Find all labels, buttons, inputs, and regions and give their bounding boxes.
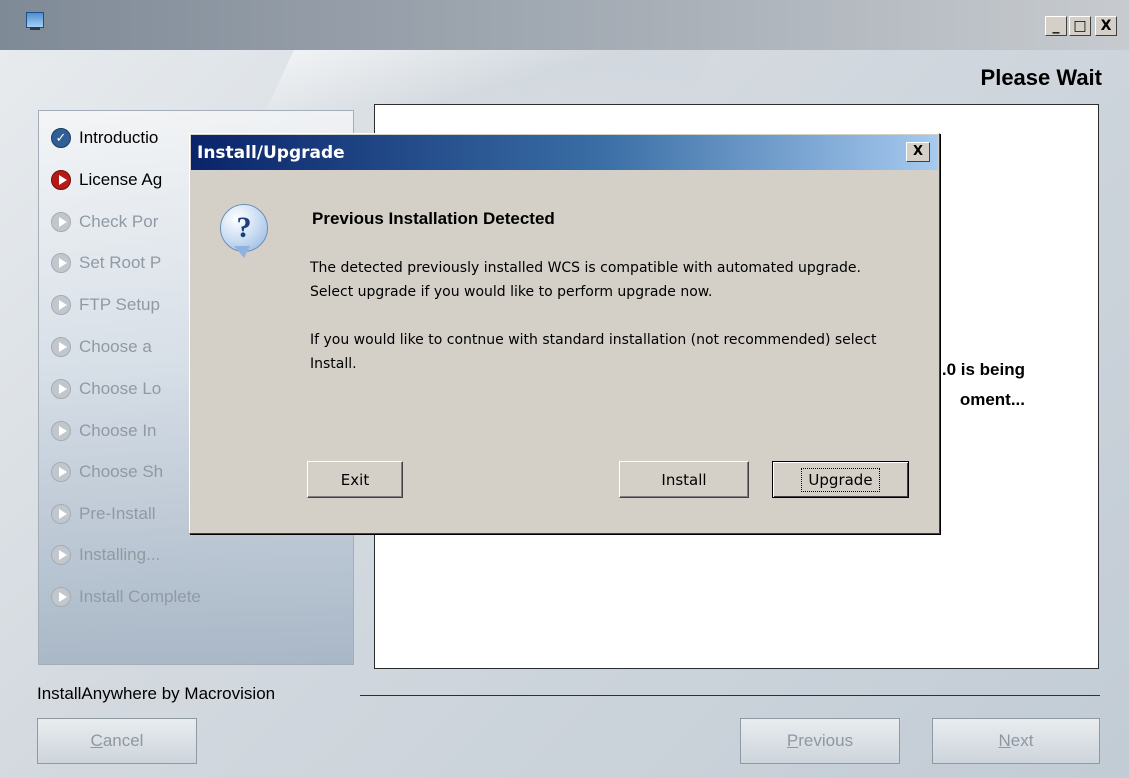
cancel-button[interactable]: Cancel <box>37 718 197 764</box>
step-installing: Installing... <box>51 541 160 569</box>
exit-label: Exit <box>340 470 370 489</box>
step-label: Introductio <box>79 128 159 147</box>
close-button[interactable]: X <box>1095 16 1117 36</box>
previous-button[interactable]: Previous <box>740 718 900 764</box>
app-icon <box>26 12 44 30</box>
step-label: Choose a <box>79 337 152 356</box>
dialog-body: The detected previously installed WCS is… <box>310 256 900 400</box>
title-bar[interactable]: _ □ X <box>0 0 1129 50</box>
footer-divider <box>360 695 1100 696</box>
install-upgrade-dialog: Install/Upgrade X ? Previous Installatio… <box>189 133 940 534</box>
header-decoration <box>266 50 714 110</box>
step-pre-install: Pre-Install <box>51 500 156 528</box>
step-label: Pre-Install <box>79 504 156 523</box>
arrow-icon <box>51 462 71 482</box>
maximize-button[interactable]: □ <box>1069 16 1091 36</box>
question-icon: ? <box>220 204 268 252</box>
step-label: Installing... <box>79 545 161 564</box>
arrow-icon <box>51 253 71 273</box>
step-label: FTP Setup <box>79 295 160 314</box>
exit-button[interactable]: Exit <box>307 461 403 498</box>
step-check-ports: Check Por <box>51 208 158 236</box>
arrow-icon <box>51 379 71 399</box>
dialog-title-bar[interactable]: Install/Upgrade X <box>191 135 938 170</box>
caption-buttons: _ □ X <box>1045 16 1117 36</box>
step-set-root: Set Root P <box>51 249 161 277</box>
step-label: Choose Lo <box>79 379 162 398</box>
arrow-icon <box>51 587 71 607</box>
step-ftp-setup: FTP Setup <box>51 291 160 319</box>
arrow-icon <box>51 212 71 232</box>
cancel-label: Cancel <box>90 731 144 750</box>
dialog-close-button[interactable]: X <box>906 142 930 162</box>
step-introduction: ✓ Introductio <box>51 124 158 152</box>
step-label: Choose In <box>79 421 157 440</box>
step-install-complete: Install Complete <box>51 583 201 611</box>
arrow-icon <box>51 295 71 315</box>
check-icon: ✓ <box>51 128 71 148</box>
arrow-icon <box>51 170 71 190</box>
upgrade-button[interactable]: Upgrade <box>772 461 909 498</box>
dialog-paragraph-install: If you would like to contnue with standa… <box>310 332 877 372</box>
dialog-heading: Previous Installation Detected <box>312 209 555 228</box>
step-choose-in: Choose In <box>51 417 157 445</box>
step-label: Choose Sh <box>79 462 164 481</box>
arrow-icon <box>51 337 71 357</box>
installer-window: _ □ X Please Wait ✓ Introductio License … <box>0 0 1129 778</box>
dialog-paragraph-upgrade: The detected previously installed WCS is… <box>310 260 861 300</box>
dialog-title: Install/Upgrade <box>197 143 345 163</box>
step-label: License Ag <box>79 170 163 189</box>
install-button[interactable]: Install <box>619 461 749 498</box>
upgrade-label: Upgrade <box>801 467 880 492</box>
install-label: Install <box>661 470 707 489</box>
page-title: Please Wait <box>980 65 1102 90</box>
step-license: License Ag <box>51 166 162 194</box>
brand-label: InstallAnywhere by Macrovision <box>37 684 276 703</box>
question-icon-tail <box>234 246 250 258</box>
next-label: Next <box>998 731 1034 750</box>
step-choose-a: Choose a <box>51 333 152 361</box>
arrow-icon <box>51 545 71 565</box>
next-button[interactable]: Next <box>932 718 1100 764</box>
arrow-icon <box>51 504 71 524</box>
step-label: Install Complete <box>79 587 201 606</box>
step-choose-lo: Choose Lo <box>51 375 161 403</box>
minimize-button[interactable]: _ <box>1045 16 1067 36</box>
step-choose-sh: Choose Sh <box>51 458 163 486</box>
previous-label: Previous <box>786 731 854 750</box>
arrow-icon <box>51 421 71 441</box>
step-label: Check Por <box>79 212 159 231</box>
step-label: Set Root P <box>79 253 162 272</box>
